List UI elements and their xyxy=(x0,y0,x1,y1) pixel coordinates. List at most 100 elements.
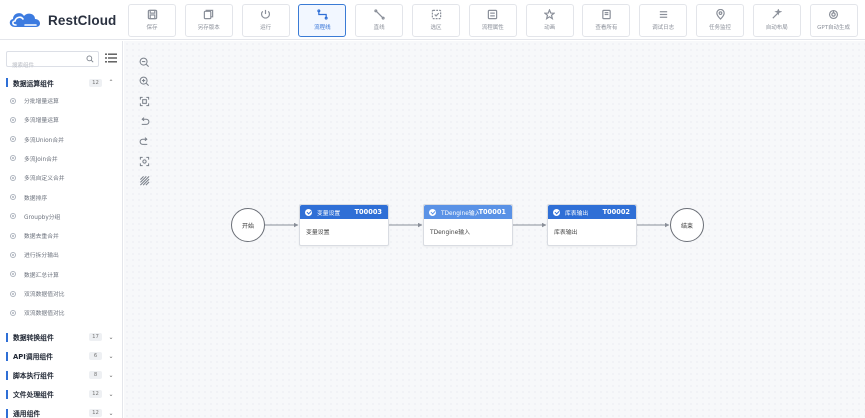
gpt-generate-icon xyxy=(829,9,839,20)
component-group-header[interactable]: API调用组件 6 ⌄ xyxy=(0,349,123,364)
canvas-fit-view-button[interactable] xyxy=(136,94,152,110)
end-node-label: 结束 xyxy=(680,222,693,230)
group-accent-bar xyxy=(6,78,8,87)
group-name: 数据运算组件 xyxy=(13,79,54,88)
search-icon[interactable] xyxy=(86,55,94,63)
flow-node-header[interactable]: TDengine输入 T00001 xyxy=(424,205,512,219)
component-list-item[interactable]: 数据汇总计算 xyxy=(10,268,120,281)
component-list-item[interactable]: 多流Union合并 xyxy=(10,133,120,146)
toolbar-gpt-generate-button[interactable]: GPT自动生成 xyxy=(809,4,858,37)
flow-node-body: TDengine输入 xyxy=(430,230,471,236)
check-circle-icon xyxy=(553,208,560,216)
canvas-actual-size-button[interactable] xyxy=(136,153,152,169)
canvas-undo-button[interactable] xyxy=(136,113,152,129)
component-icon xyxy=(10,116,16,123)
toolbar-button-label: 流程线 xyxy=(314,25,331,31)
component-group-header[interactable]: 文件处理组件 12 ⌄ xyxy=(0,387,123,402)
group-accent-bar xyxy=(6,332,8,342)
toolbar-flow-line-button[interactable]: 流程线 xyxy=(298,4,347,37)
component-name: 多流Union合并 xyxy=(24,137,64,144)
toolbar-task-monitor-button[interactable]: 任务监控 xyxy=(696,4,744,37)
component-name: 分批增量运算 xyxy=(24,99,59,105)
canvas-zoom-out-button[interactable] xyxy=(136,54,152,70)
group-count-badge: 12 xyxy=(89,78,102,87)
toolbar-process-properties-button[interactable]: 流程属性 xyxy=(468,4,517,37)
component-name: 进行拆分输出 xyxy=(24,253,59,260)
toolbar-run-button[interactable]: 运行 xyxy=(241,4,290,37)
flow-node-body: 库表输出 xyxy=(554,230,578,236)
component-list-item[interactable]: 数据排序 xyxy=(10,191,120,204)
list-view-icon[interactable] xyxy=(105,53,117,63)
flow-node-header[interactable]: 变量设置 T00003 xyxy=(300,205,388,219)
component-list-item[interactable]: Groupby分组 xyxy=(10,210,120,223)
component-icon xyxy=(10,174,16,181)
component-list-item[interactable]: 多流Join合并 xyxy=(10,152,120,165)
component-sidebar: 数据运算组件 12 ⌃ 分批增量运算多流增量运算多流Union合并多流Join合并多流… xyxy=(0,41,123,418)
component-list-item[interactable]: 进行拆分输出 xyxy=(10,248,120,261)
group-name: 脚本执行组件 xyxy=(13,372,54,381)
component-list-item[interactable]: 数据去重合并 xyxy=(10,229,120,242)
chevron-up-icon[interactable]: ⌃ xyxy=(108,79,114,86)
flow-node-title: 变量设置 xyxy=(317,210,341,217)
logo-text: RestCloud xyxy=(48,12,117,28)
group-name: 数据转换组件 xyxy=(13,334,54,343)
toolbar-save-version-button[interactable]: 另存版本 xyxy=(184,4,233,37)
toolbar-save-button[interactable]: 保存 xyxy=(128,4,176,37)
chevron-down-icon[interactable]: ⌄ xyxy=(108,334,114,341)
flow-node-header[interactable]: 库表输出 T00002 xyxy=(548,205,636,219)
toolbar-button-label: 另存版本 xyxy=(197,25,220,31)
toolbar-button-label: 自动布局 xyxy=(765,25,788,31)
component-name: 数据排序 xyxy=(24,195,48,202)
end-node[interactable]: 结束 xyxy=(670,208,704,242)
component-icon xyxy=(10,271,16,278)
toolbar-button-label: GPT自动生成 xyxy=(817,25,851,31)
canvas-zoom-in-button[interactable] xyxy=(136,74,152,90)
component-name: 多流Join合并 xyxy=(24,156,58,163)
group-accent-bar xyxy=(6,370,8,380)
group-name: API调用组件 xyxy=(13,353,53,362)
component-list-item[interactable]: 双流数据值对比 xyxy=(10,287,120,300)
flow-node-code: T00003 xyxy=(354,208,382,216)
toolbar-view-all-button[interactable]: 查看所有 xyxy=(582,4,631,37)
component-group-header[interactable]: 数据运算组件 12 ⌃ xyxy=(0,75,123,90)
component-list-item[interactable]: 多流自定义合并 xyxy=(10,171,120,184)
component-group-header[interactable]: 通用组件 12 ⌄ xyxy=(0,406,123,418)
chevron-down-icon[interactable]: ⌄ xyxy=(108,353,114,360)
run-icon xyxy=(261,9,271,19)
toolbar-animation-button[interactable]: 动画 xyxy=(525,4,574,37)
fit-view-icon xyxy=(139,96,149,107)
group-accent-bar xyxy=(6,389,8,399)
chevron-down-icon[interactable]: ⌄ xyxy=(108,372,114,379)
toolbar-button-label: 运行 xyxy=(260,25,272,31)
straight-line-icon xyxy=(374,9,385,20)
flow-node-body: 变量设置 xyxy=(306,230,330,236)
chevron-down-icon[interactable]: ⌄ xyxy=(108,410,114,417)
component-list-item[interactable]: 双流数据值对比 xyxy=(10,306,120,319)
toolbar-debug-log-button[interactable]: 调试日志 xyxy=(639,4,688,37)
flow-node[interactable]: TDengine输入 T00001 TDengine输入 xyxy=(423,204,513,246)
component-name: 数据去重合并 xyxy=(24,234,59,241)
check-circle-icon xyxy=(429,208,436,216)
search-input[interactable] xyxy=(7,59,85,73)
component-icon xyxy=(10,213,16,220)
toolbar-auto-layout-button[interactable]: 自动布局 xyxy=(752,4,801,37)
component-icon xyxy=(10,251,16,258)
flow-line-icon xyxy=(317,9,328,20)
component-list-item[interactable]: 多流增量运算 xyxy=(10,113,120,126)
component-group-header[interactable]: 脚本执行组件 8 ⌄ xyxy=(0,368,123,383)
toolbar-selection-button[interactable]: 选区 xyxy=(412,4,460,37)
canvas-grid-toggle-button[interactable] xyxy=(136,173,152,189)
canvas-redo-button[interactable] xyxy=(136,133,152,149)
flow-node[interactable]: 变量设置 T00003 变量设置 xyxy=(299,204,389,246)
component-group-header[interactable]: 数据转换组件 17 ⌄ xyxy=(0,330,123,345)
toolbar-straight-line-button[interactable]: 直线 xyxy=(355,4,404,37)
start-node[interactable]: 开始 xyxy=(231,208,265,242)
group-count-badge: 17 xyxy=(89,333,102,342)
toolbar-button-label: 直线 xyxy=(373,25,385,31)
chevron-down-icon[interactable]: ⌄ xyxy=(108,391,114,398)
group-accent-bar xyxy=(6,408,8,418)
grid-toggle-icon xyxy=(139,176,149,186)
component-name: 双流数据值对比 xyxy=(24,292,65,298)
flow-node[interactable]: 库表输出 T00002 库表输出 xyxy=(547,204,637,246)
component-list-item[interactable]: 分批增量运算 xyxy=(10,94,120,107)
